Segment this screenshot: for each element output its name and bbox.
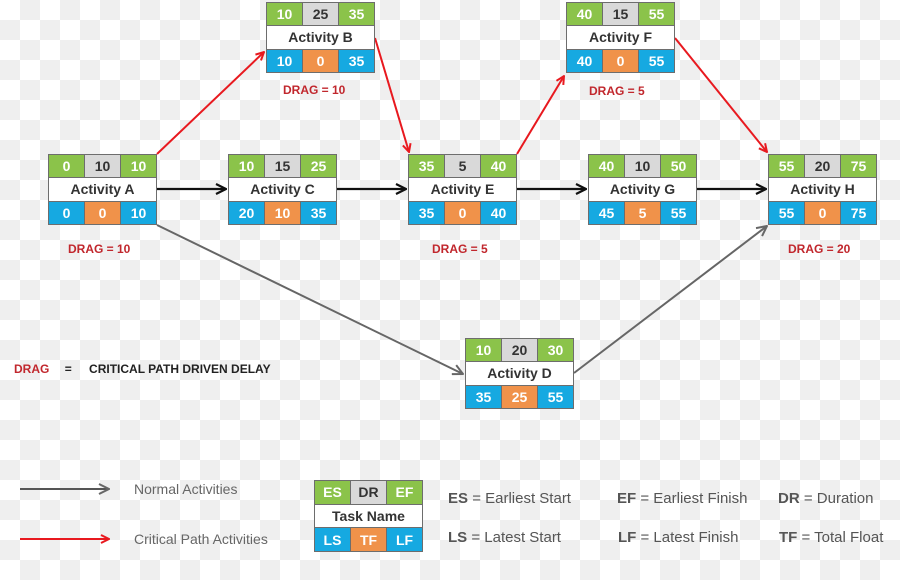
drag-equals: = bbox=[64, 362, 72, 376]
earliest-finish: 55 bbox=[638, 3, 674, 26]
link-d-h bbox=[573, 226, 767, 374]
link-a-d bbox=[156, 224, 463, 374]
drag-meaning: CRITICAL PATH DRIVEN DELAY bbox=[89, 362, 271, 376]
definition-dr: DR = Duration bbox=[778, 490, 874, 507]
latest-start: 35 bbox=[409, 201, 444, 224]
total-float: 0 bbox=[302, 49, 338, 72]
earliest-finish: 35 bbox=[338, 3, 374, 26]
activity-name: Activity F bbox=[588, 29, 652, 46]
latest-finish: 55 bbox=[660, 201, 696, 224]
earliest-start: 10 bbox=[267, 3, 302, 26]
drag-definition: DRAG = CRITICAL PATH DRIVEN DELAY bbox=[14, 362, 271, 376]
latest-start: 20 bbox=[229, 201, 264, 224]
definition-ls: LS = Latest Start bbox=[448, 529, 561, 546]
latest-finish: 55 bbox=[638, 49, 674, 72]
link-f-h bbox=[674, 37, 767, 152]
latest-finish: 35 bbox=[300, 201, 336, 224]
earliest-finish: 25 bbox=[300, 155, 336, 178]
link-e-f bbox=[516, 76, 564, 155]
earliest-start: 35 bbox=[409, 155, 444, 178]
key-ls: LS bbox=[315, 528, 350, 552]
earliest-finish: 30 bbox=[537, 339, 573, 362]
key-lf: LF bbox=[386, 528, 422, 552]
legend-critical-label: Critical Path Activities bbox=[134, 531, 268, 547]
link-b-e bbox=[374, 37, 409, 152]
activity-node-f[interactable]: 40 15 55 Activity F 40 0 55 bbox=[566, 2, 675, 73]
legend-key-box: ES DR EF Task Name LS TF LF bbox=[314, 480, 423, 552]
latest-finish: 35 bbox=[338, 49, 374, 72]
earliest-start: 40 bbox=[589, 155, 624, 178]
definition-lf: LF = Latest Finish bbox=[618, 529, 739, 546]
definition-ef: EF = Earliest Finish bbox=[617, 490, 748, 507]
activity-name: Activity A bbox=[70, 181, 135, 198]
drag-label-b: DRAG = 10 bbox=[283, 83, 346, 97]
link-a-b bbox=[156, 52, 264, 155]
earliest-finish: 40 bbox=[480, 155, 516, 178]
key-task-name: Task Name bbox=[332, 508, 405, 524]
latest-finish: 40 bbox=[480, 201, 516, 224]
duration: 15 bbox=[602, 3, 638, 26]
activity-node-b[interactable]: 10 25 35 Activity B 10 0 35 bbox=[266, 2, 375, 73]
duration: 25 bbox=[302, 3, 338, 26]
total-float: 0 bbox=[444, 201, 480, 224]
activity-node-a[interactable]: 0 10 10 Activity A 0 0 10 bbox=[48, 154, 157, 225]
latest-start: 55 bbox=[769, 201, 804, 224]
activity-node-h[interactable]: 55 20 75 Activity H 55 0 75 bbox=[768, 154, 877, 225]
earliest-start: 0 bbox=[49, 155, 84, 178]
total-float: 25 bbox=[501, 385, 537, 408]
drag-label-e: DRAG = 5 bbox=[432, 242, 488, 256]
drag-label-a: DRAG = 10 bbox=[68, 242, 131, 256]
earliest-start: 10 bbox=[229, 155, 264, 178]
key-ef: EF bbox=[386, 481, 422, 504]
activity-name: Activity D bbox=[487, 365, 552, 382]
earliest-start: 55 bbox=[769, 155, 804, 178]
key-dr: DR bbox=[350, 481, 386, 504]
latest-start: 45 bbox=[589, 201, 624, 224]
duration: 10 bbox=[624, 155, 660, 178]
activity-node-c[interactable]: 10 15 25 Activity C 20 10 35 bbox=[228, 154, 337, 225]
duration: 20 bbox=[501, 339, 537, 362]
latest-start: 40 bbox=[567, 49, 602, 72]
latest-start: 35 bbox=[466, 385, 501, 408]
activity-name: Activity C bbox=[250, 181, 315, 198]
duration: 15 bbox=[264, 155, 300, 178]
latest-finish: 10 bbox=[120, 201, 156, 224]
earliest-finish: 10 bbox=[120, 155, 156, 178]
activity-name: Activity G bbox=[609, 181, 676, 198]
earliest-finish: 75 bbox=[840, 155, 876, 178]
key-tf: TF bbox=[350, 528, 386, 552]
duration: 10 bbox=[84, 155, 120, 178]
latest-start: 0 bbox=[49, 201, 84, 224]
definition-tf: TF = Total Float bbox=[779, 529, 884, 546]
drag-term: DRAG bbox=[14, 362, 50, 376]
definition-es: ES = Earliest Start bbox=[448, 490, 571, 507]
activity-name: Activity E bbox=[430, 181, 495, 198]
latest-finish: 55 bbox=[537, 385, 573, 408]
legend-normal-label: Normal Activities bbox=[134, 481, 238, 497]
activity-node-d[interactable]: 10 20 30 Activity D 35 25 55 bbox=[465, 338, 574, 409]
total-float: 0 bbox=[84, 201, 120, 224]
earliest-start: 40 bbox=[567, 3, 602, 26]
activity-node-g[interactable]: 40 10 50 Activity G 45 5 55 bbox=[588, 154, 697, 225]
total-float: 5 bbox=[624, 201, 660, 224]
duration: 5 bbox=[444, 155, 480, 178]
latest-finish: 75 bbox=[840, 201, 876, 224]
total-float: 0 bbox=[804, 201, 840, 224]
drag-label-h: DRAG = 20 bbox=[788, 242, 851, 256]
key-es: ES bbox=[315, 481, 350, 504]
activity-node-e[interactable]: 35 5 40 Activity E 35 0 40 bbox=[408, 154, 517, 225]
activity-name: Activity H bbox=[790, 181, 855, 198]
total-float: 10 bbox=[264, 201, 300, 224]
drag-label-f: DRAG = 5 bbox=[589, 84, 645, 98]
latest-start: 10 bbox=[267, 49, 302, 72]
activity-name: Activity B bbox=[288, 29, 353, 46]
total-float: 0 bbox=[602, 49, 638, 72]
earliest-start: 10 bbox=[466, 339, 501, 362]
duration: 20 bbox=[804, 155, 840, 178]
earliest-finish: 50 bbox=[660, 155, 696, 178]
